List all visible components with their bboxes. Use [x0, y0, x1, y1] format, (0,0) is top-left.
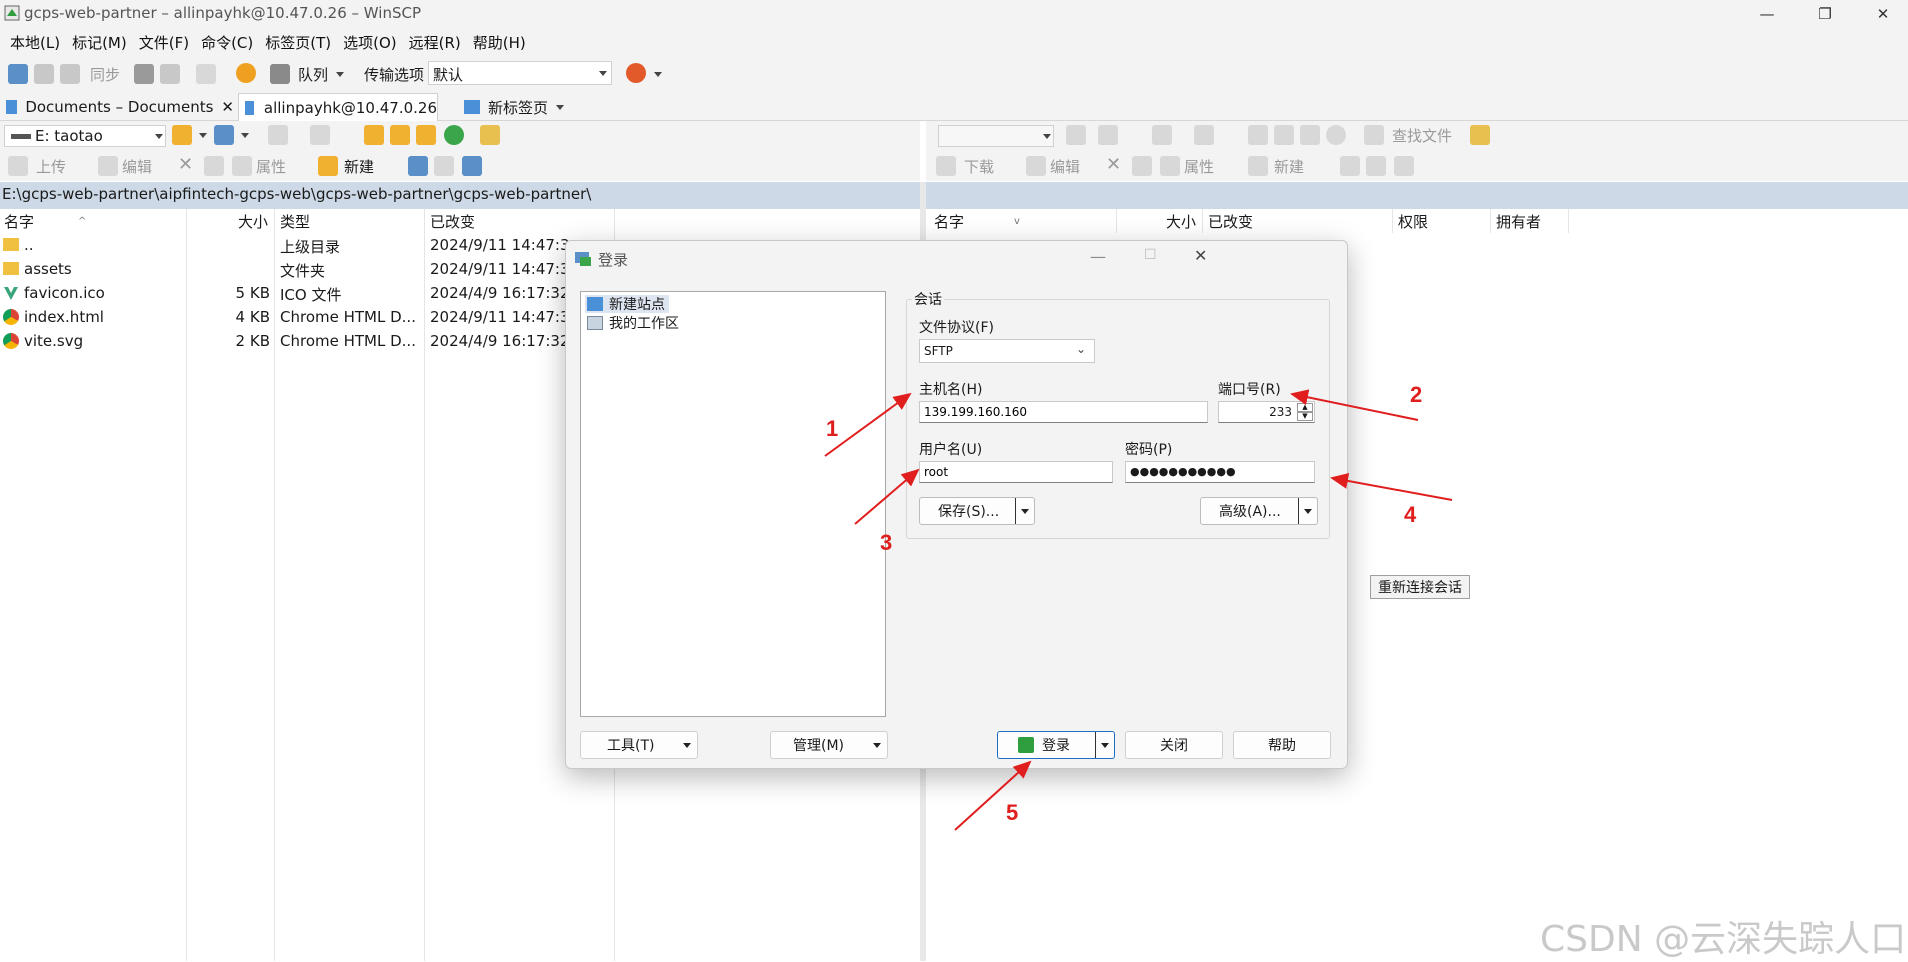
- annotation-number-2: 2: [1410, 382, 1423, 407]
- watermark: CSDN @云深失踪人口: [1540, 919, 1907, 960]
- annotation-arrows: [824, 389, 1453, 831]
- annotation-arrow-5: [954, 760, 1032, 831]
- annotation-number-3: 3: [880, 530, 893, 555]
- annotation-number-4: 4: [1404, 502, 1417, 527]
- annotation-number-5: 5: [1006, 800, 1019, 825]
- annotation-arrow-3: [854, 468, 920, 525]
- annotation-number-1: 1: [826, 416, 839, 441]
- annotation-arrow-2: [1290, 389, 1419, 421]
- annotation-arrow-4: [1330, 473, 1453, 501]
